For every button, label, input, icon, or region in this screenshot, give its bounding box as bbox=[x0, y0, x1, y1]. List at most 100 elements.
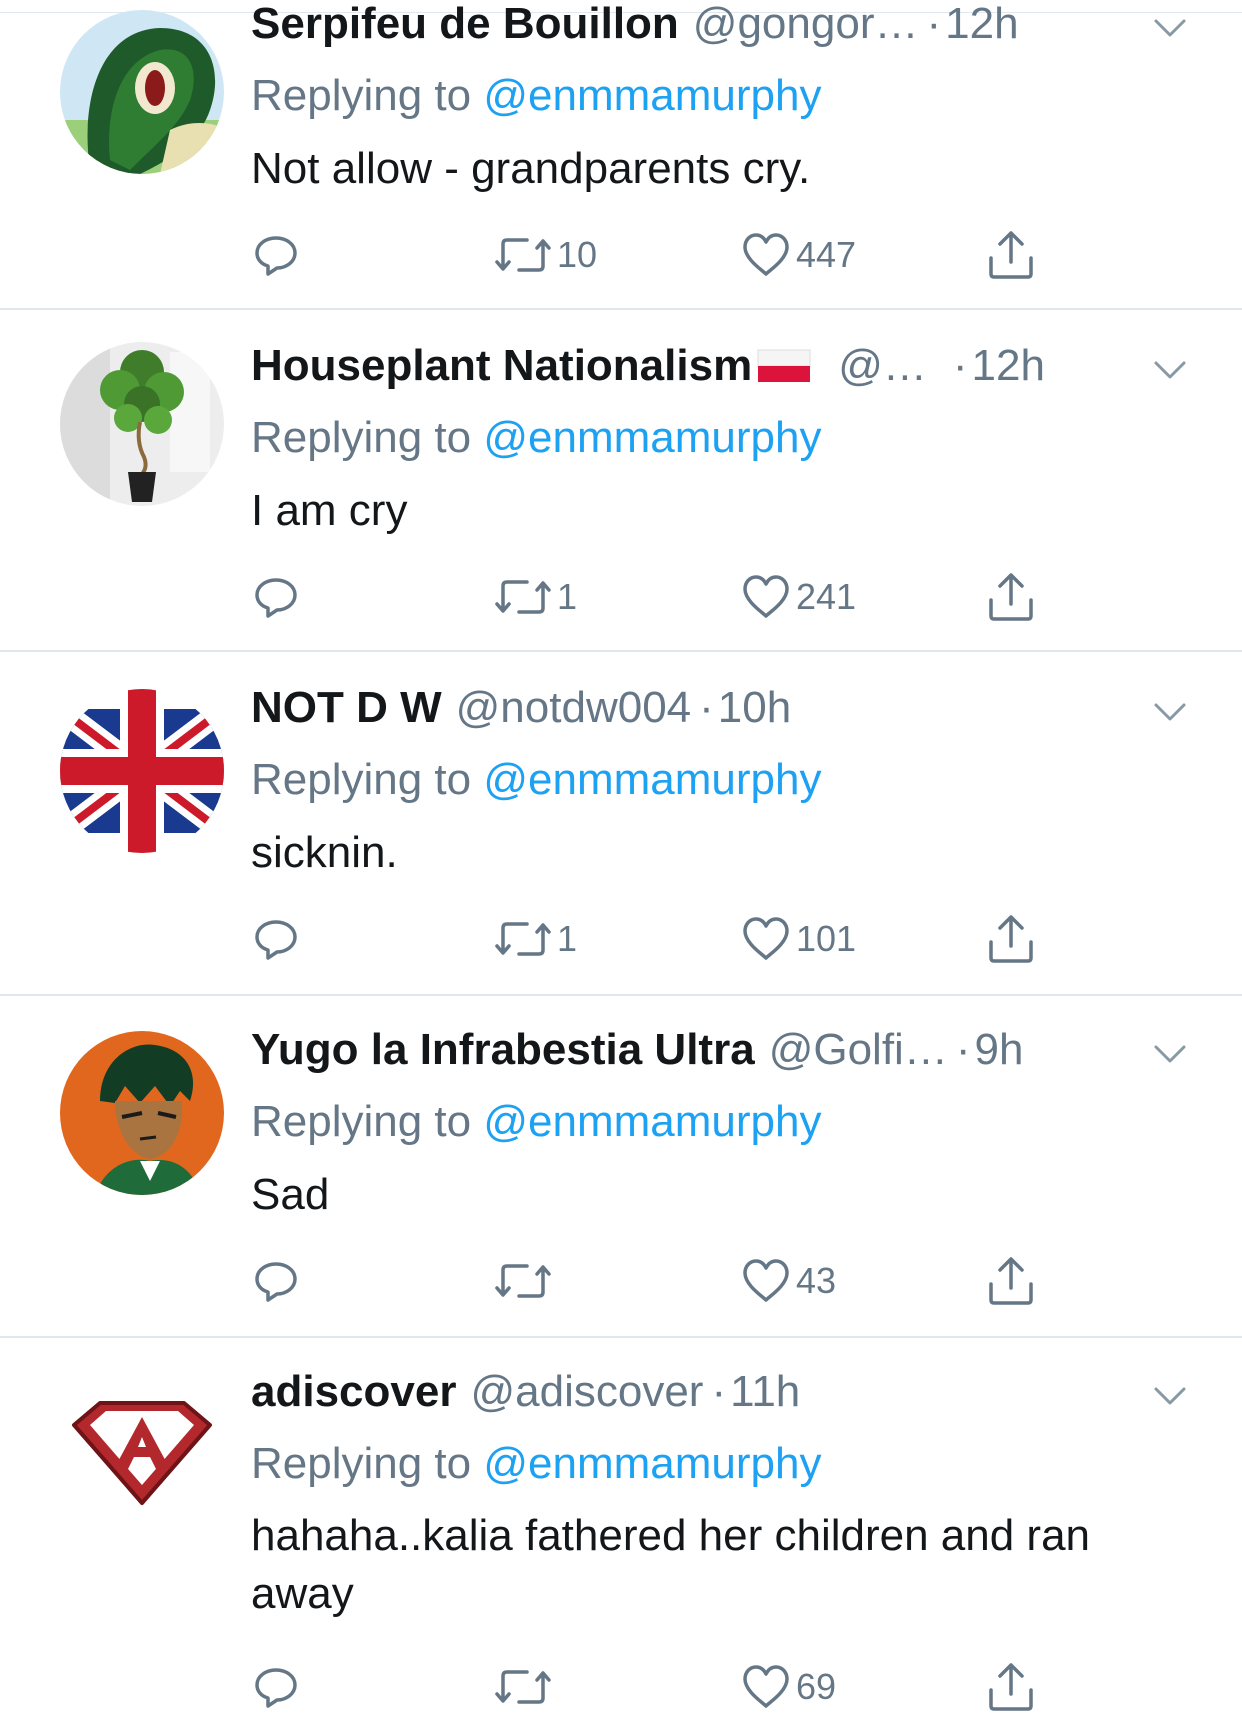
reply-button[interactable] bbox=[253, 574, 299, 620]
user-handle[interactable]: @… bbox=[838, 338, 927, 394]
avatar[interactable] bbox=[60, 1373, 224, 1537]
tweet-divider bbox=[0, 1336, 1242, 1338]
replying-to: Replying to @enmmamurphy bbox=[251, 1094, 821, 1150]
mention-link[interactable]: @enmmamurphy bbox=[483, 755, 821, 804]
share-button[interactable] bbox=[987, 1256, 1035, 1306]
share-icon bbox=[989, 231, 1033, 279]
replying-to-label: Replying to bbox=[251, 413, 472, 462]
tweet-divider bbox=[0, 650, 1242, 652]
reply-button[interactable] bbox=[253, 916, 299, 962]
user-handle[interactable]: @gongor… bbox=[693, 0, 919, 52]
user-handle[interactable]: @adiscover bbox=[470, 1364, 703, 1420]
tweet-text: Sad bbox=[251, 1170, 330, 1219]
like-icon bbox=[743, 1665, 789, 1708]
like-button[interactable]: 447 bbox=[742, 232, 856, 278]
separator-dot: · bbox=[955, 1025, 971, 1074]
timestamp[interactable]: 10h bbox=[718, 680, 791, 736]
poland-flag-icon bbox=[757, 349, 811, 382]
reply-button[interactable] bbox=[253, 1258, 299, 1304]
like-button[interactable]: 43 bbox=[742, 1258, 836, 1304]
like-count: 43 bbox=[796, 1260, 837, 1301]
like-count: 241 bbox=[796, 576, 857, 617]
retweet-icon bbox=[495, 1670, 551, 1704]
union-jack-avatar-icon bbox=[60, 689, 224, 853]
avatar[interactable] bbox=[60, 1031, 224, 1195]
retweet-count: 1 bbox=[557, 576, 578, 617]
timestamp[interactable]: 12h bbox=[972, 338, 1045, 394]
retweet-icon bbox=[495, 1264, 551, 1298]
like-icon bbox=[743, 233, 789, 276]
like-icon bbox=[743, 917, 789, 960]
retweet-button[interactable]: 10 bbox=[495, 232, 597, 278]
mention-link[interactable]: @enmmamurphy bbox=[483, 1097, 821, 1146]
retweet-button[interactable]: 1 bbox=[495, 916, 577, 962]
share-button[interactable] bbox=[987, 230, 1035, 280]
timestamp[interactable]: 11h bbox=[730, 1364, 800, 1420]
avatar[interactable] bbox=[60, 342, 224, 506]
separator-dot: · bbox=[711, 1367, 727, 1416]
chevron-down-icon[interactable] bbox=[1150, 1034, 1190, 1074]
share-icon bbox=[989, 1663, 1033, 1711]
superhero-a-logo-avatar-icon bbox=[60, 1373, 224, 1537]
retweet-icon bbox=[495, 922, 551, 956]
tweet-text: sicknin. bbox=[251, 828, 398, 877]
share-button[interactable] bbox=[987, 914, 1035, 964]
display-name[interactable]: adiscover bbox=[251, 1364, 456, 1420]
mention-link[interactable]: @enmmamurphy bbox=[483, 413, 821, 462]
share-icon bbox=[989, 915, 1033, 963]
chevron-down-icon[interactable] bbox=[1150, 350, 1190, 390]
like-count: 447 bbox=[796, 234, 857, 275]
user-handle[interactable]: @Golfi… bbox=[769, 1022, 948, 1078]
replying-to: Replying to @enmmamurphy bbox=[251, 410, 821, 466]
separator-dot: · bbox=[926, 0, 942, 48]
like-button[interactable]: 101 bbox=[742, 916, 856, 962]
tweet-text: Not allow - grandparents cry. bbox=[251, 144, 811, 193]
user-handle[interactable]: @notdw004 bbox=[456, 680, 692, 736]
like-icon bbox=[743, 1259, 789, 1302]
display-name[interactable]: Serpifeu de Bouillon bbox=[251, 0, 679, 52]
reply-button[interactable] bbox=[253, 232, 299, 278]
timestamp[interactable]: 9h bbox=[974, 1022, 1023, 1078]
tweet-header: Serpifeu de Bouillon @gongor… · 12h bbox=[251, 0, 1019, 52]
tweet-header: adiscover @adiscover · 11h bbox=[251, 1364, 800, 1420]
reply-icon bbox=[255, 578, 297, 618]
replying-to: Replying to @enmmamurphy bbox=[251, 1436, 821, 1492]
mention-link[interactable]: @enmmamurphy bbox=[483, 1439, 821, 1488]
retweet-button[interactable] bbox=[495, 1664, 557, 1710]
retweet-button[interactable]: 1 bbox=[495, 574, 577, 620]
chevron-down-icon[interactable] bbox=[1150, 1376, 1190, 1416]
retweet-icon bbox=[495, 580, 551, 614]
share-icon bbox=[989, 573, 1033, 621]
houseplant-avatar-icon bbox=[60, 342, 224, 506]
mention-link[interactable]: @enmmamurphy bbox=[483, 71, 821, 120]
reply-icon bbox=[255, 920, 297, 960]
replying-to: Replying to @enmmamurphy bbox=[251, 68, 821, 124]
tweet-header: NOT D W @notdw004 · 10h bbox=[251, 680, 791, 736]
retweet-button[interactable] bbox=[495, 1258, 557, 1304]
display-name[interactable]: Houseplant Nationalism bbox=[251, 338, 752, 394]
tweet-divider bbox=[0, 994, 1242, 996]
like-button[interactable]: 69 bbox=[742, 1664, 836, 1710]
tweet-header: Yugo la Infrabestia Ultra @Golfi… · 9h bbox=[251, 1022, 1023, 1078]
share-button[interactable] bbox=[987, 572, 1035, 622]
avatar[interactable] bbox=[60, 689, 224, 853]
separator-dot: · bbox=[699, 683, 714, 732]
display-name[interactable]: Yugo la Infrabestia Ultra bbox=[251, 1022, 755, 1078]
avatar[interactable] bbox=[60, 10, 224, 174]
reply-button[interactable] bbox=[253, 1664, 299, 1710]
replying-to: Replying to @enmmamurphy bbox=[251, 752, 821, 808]
chevron-down-icon[interactable] bbox=[1150, 692, 1190, 732]
share-button[interactable] bbox=[987, 1662, 1035, 1712]
replying-to-label: Replying to bbox=[251, 1439, 472, 1488]
like-button[interactable]: 241 bbox=[742, 574, 856, 620]
display-name[interactable]: NOT D W bbox=[251, 680, 442, 736]
reply-icon bbox=[255, 1668, 297, 1708]
tweet-header: Houseplant Nationalism @… · 12h bbox=[251, 338, 1045, 394]
chevron-down-icon[interactable] bbox=[1150, 8, 1190, 48]
replying-to-label: Replying to bbox=[251, 1097, 472, 1146]
like-count: 101 bbox=[796, 918, 857, 959]
tweet-divider bbox=[0, 308, 1242, 310]
timestamp[interactable]: 12h bbox=[945, 0, 1018, 52]
anime-character-avatar-icon bbox=[60, 1031, 224, 1195]
replying-to-label: Replying to bbox=[251, 71, 472, 120]
